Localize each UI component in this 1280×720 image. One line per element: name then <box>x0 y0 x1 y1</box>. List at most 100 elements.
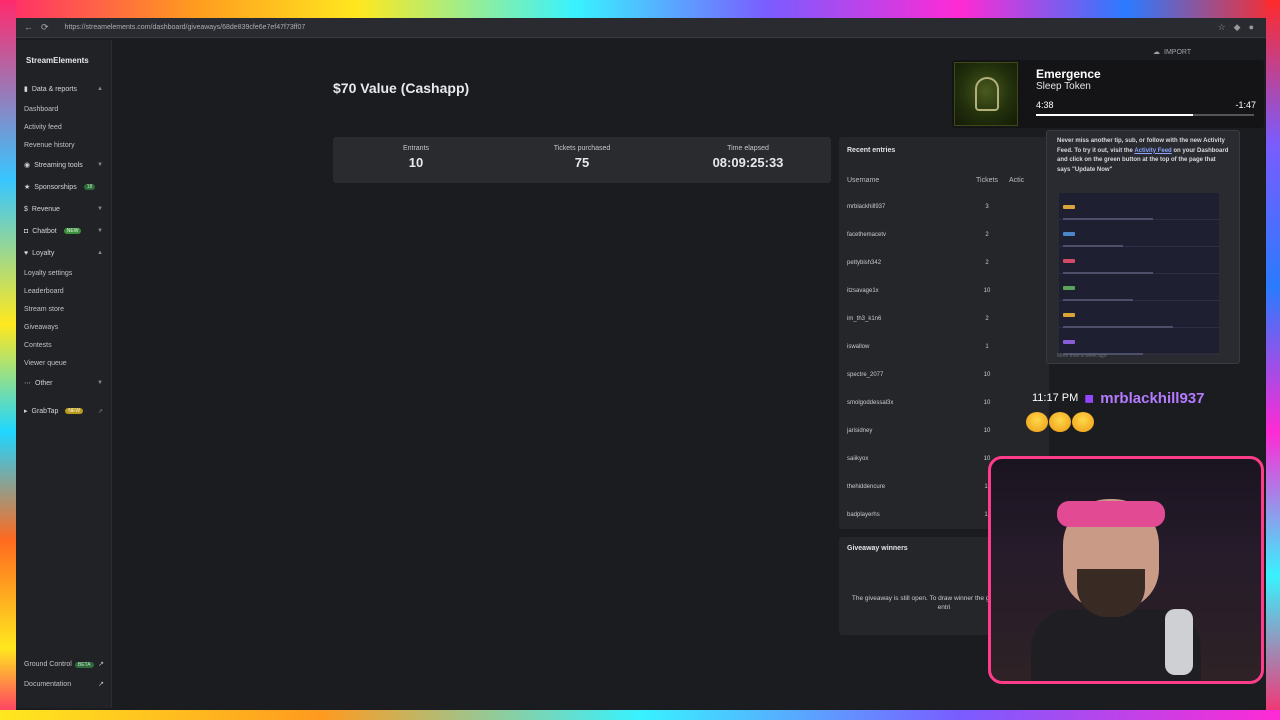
dots-icon: ⋯ <box>24 380 31 387</box>
laughing-emote-icon <box>1049 412 1071 432</box>
back-icon[interactable]: ← <box>24 22 33 33</box>
table-row: im_th3_k1n6 2 <box>847 316 989 322</box>
external-link-icon: ↗ <box>98 661 104 668</box>
sidebar-group-grabtap[interactable]: ▸ GrabTap NEW ↗ <box>16 400 111 422</box>
feed-preview-row <box>1059 247 1219 274</box>
chevron-down-icon: ▼ <box>97 380 103 386</box>
activity-feed-popup: Never miss another tip, sub, or follow w… <box>1046 130 1240 364</box>
chat-timestamp: 11:17 PM <box>1032 392 1079 404</box>
heart-icon: ♥ <box>24 249 29 257</box>
giveaway-stats-card: Entrants 10 Tickets purchased 75 Time el… <box>333 137 831 183</box>
recent-entries-title: Recent entries <box>847 147 896 154</box>
microphone <box>1165 609 1193 675</box>
track-title: Emergence <box>1036 67 1101 81</box>
sidebar-group-sponsorships[interactable]: ★ Sponsorships 18 <box>16 176 111 198</box>
sidebar-item-activity-feed[interactable]: Activity feed <box>16 118 111 136</box>
sidebar-item-giveaways[interactable]: Giveaways <box>16 318 111 336</box>
chevron-up-icon: ▲ <box>97 86 103 92</box>
table-row: jarisidney 10 <box>847 428 991 434</box>
sidebar-item-loyalty-settings[interactable]: Loyalty settings <box>16 264 111 282</box>
cloud-icon: ☁ <box>1153 49 1160 56</box>
sidebar: StreamElements ▮ Data & reports ▲ Dashboa… <box>16 40 112 708</box>
chart-icon: ▮ <box>24 86 28 93</box>
sidebar-item-revenue-history[interactable]: Revenue history <box>16 136 111 154</box>
album-sigil-icon <box>975 77 999 111</box>
sidebar-item-leaderboard[interactable]: Leaderboard <box>16 282 111 300</box>
stream-frame-right <box>1266 0 1280 720</box>
activity-feed-link[interactable]: Activity Feed <box>1134 148 1171 154</box>
profile-icon[interactable]: ● <box>1249 22 1254 33</box>
track-artist: Sleep Token <box>1036 81 1091 92</box>
sidebar-group-revenue[interactable]: $ Revenue ▼ <box>16 198 111 220</box>
sidebar-item-dashboard[interactable]: Dashboard <box>16 100 111 118</box>
laughing-emote-icon <box>1072 412 1094 432</box>
chevron-down-icon: ▼ <box>97 206 103 212</box>
track-progress-fill <box>1036 114 1193 116</box>
import-button[interactable]: ☁ IMPORT <box>1153 48 1191 57</box>
now-playing-overlay: Emergence Sleep Token 4:38 -1:47 <box>952 60 1264 128</box>
streamer-headband <box>1057 501 1165 527</box>
extension-icon[interactable]: ◆ <box>1234 22 1241 33</box>
sponsorship-count-badge: 18 <box>83 184 96 190</box>
reload-icon[interactable]: ⟳ <box>41 22 49 33</box>
sidebar-group-streaming-tools[interactable]: ◉ Streaming tools ▼ <box>16 154 111 176</box>
page-title: $70 Value (Cashapp) <box>333 80 470 96</box>
sidebar-group-data-reports[interactable]: ▮ Data & reports ▲ <box>16 78 111 100</box>
stream-frame-left <box>0 0 16 720</box>
chevron-down-icon: ▼ <box>97 162 103 168</box>
dollar-icon: $ <box>24 205 28 213</box>
col-actions: Actic <box>1009 176 1025 184</box>
entries-table-header: Username Tickets Actic <box>839 167 1049 193</box>
external-link-icon: ↗ <box>97 408 103 415</box>
feed-preview-row <box>1059 220 1219 247</box>
feed-preview-row <box>1059 301 1219 328</box>
external-link-icon: ↗ <box>98 681 104 688</box>
table-row: itzsavage1x 10 <box>847 288 991 294</box>
bookmark-icon[interactable]: ☆ <box>1218 22 1226 33</box>
browser-extensions: ☆ ◆ ● <box>1218 22 1266 33</box>
col-tickets: Tickets <box>976 176 998 184</box>
laughing-emote-icon <box>1026 412 1048 432</box>
brand-logo[interactable]: StreamElements <box>16 40 111 78</box>
new-badge: NEW <box>63 228 82 234</box>
sidebar-group-chatbot[interactable]: ◘ Chatbot NEW ▼ <box>16 220 111 242</box>
beta-badge: BETA <box>74 661 94 668</box>
stream-frame-bottom <box>0 710 1280 720</box>
chat-username: mrblackhill937 <box>1100 389 1205 407</box>
chevron-up-icon: ▲ <box>97 250 103 256</box>
star-icon: ★ <box>24 184 31 191</box>
twitch-icon: ◼ <box>1084 391 1095 405</box>
table-row: spectre_2077 10 <box>847 372 991 378</box>
activity-feed-preview <box>1059 193 1219 355</box>
sidebar-group-other[interactable]: ⋯ Other ▼ <box>16 372 111 394</box>
sidebar-item-stream-store[interactable]: Stream store <box>16 300 111 318</box>
webcam-overlay <box>988 456 1264 684</box>
track-remaining: -1:47 <box>1235 100 1256 110</box>
sidebar-item-viewer-queue[interactable]: Viewer queue <box>16 354 111 372</box>
activity-popup-text: Never miss another tip, sub, or follow w… <box>1057 138 1229 173</box>
track-progress-bar <box>1036 114 1254 116</box>
feed-preview-row <box>1059 274 1219 301</box>
sidebar-item-ground-control[interactable]: Ground Control BETA ↗ <box>16 654 112 674</box>
sidebar-item-contests[interactable]: Contests <box>16 336 111 354</box>
stat-entrants: Entrants 10 <box>402 145 430 170</box>
sidebar-group-loyalty[interactable]: ♥ Loyalty ▲ <box>16 242 111 264</box>
table-row: smolgoddessal3x 10 <box>847 400 991 406</box>
track-elapsed: 4:38 <box>1036 100 1054 110</box>
album-art <box>954 62 1018 126</box>
url-field[interactable]: https://streamelements.com/dashboard/giv… <box>57 24 1218 31</box>
sidebar-item-documentation[interactable]: Documentation ↗ <box>16 674 112 694</box>
browser-address-bar[interactable]: ← ⟳ https://streamelements.com/dashboard… <box>16 18 1266 38</box>
grab-icon: ▸ <box>24 408 28 415</box>
stat-tickets: Tickets purchased 75 <box>553 145 611 170</box>
sidebar-bottom: Ground Control BETA ↗ Documentation ↗ <box>16 654 112 694</box>
activity-popup-footer: More than a week ago <box>1057 353 1107 359</box>
table-row: mrblackhill937 3 <box>847 204 989 210</box>
stream-frame-top <box>0 0 1280 18</box>
chevron-down-icon: ▼ <box>97 228 103 234</box>
col-username: Username <box>847 176 880 184</box>
feed-preview-row <box>1059 193 1219 220</box>
table-row: pettybish342 2 <box>847 260 989 266</box>
broadcast-icon: ◉ <box>24 162 31 169</box>
table-row: facethemacetv 2 <box>847 232 989 238</box>
